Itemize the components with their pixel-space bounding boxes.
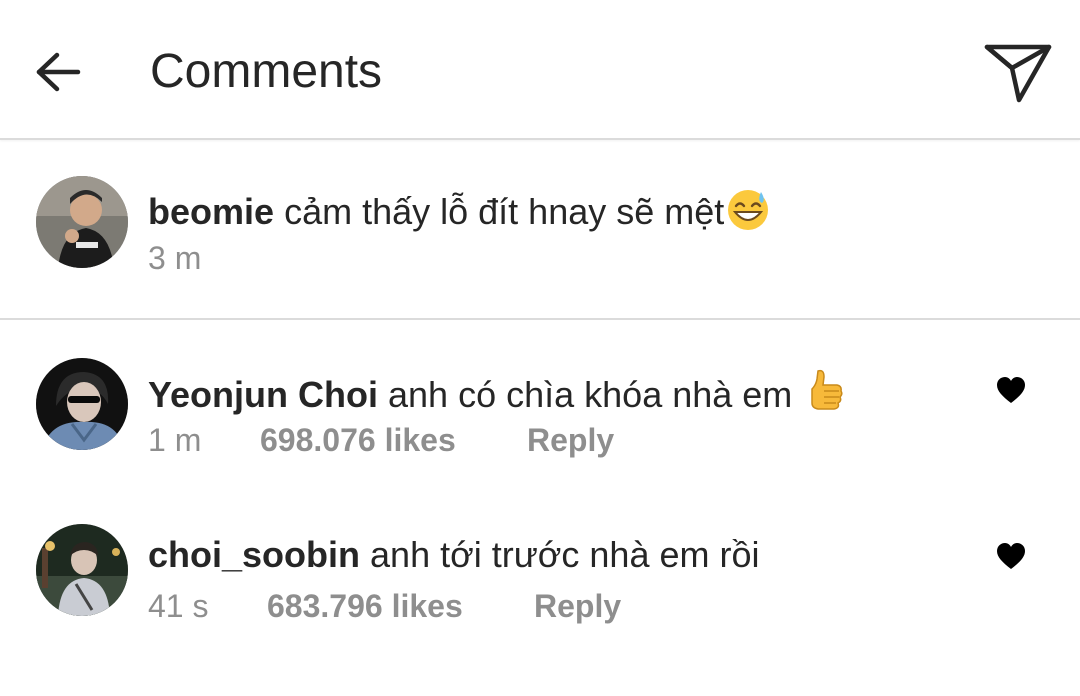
comment-meta: 41 s 683.796 likes Reply — [148, 586, 748, 626]
caption-meta: 3 m — [148, 238, 201, 278]
back-button[interactable] — [30, 46, 86, 98]
paper-plane-icon — [984, 44, 1052, 103]
comment-text: anh tới trước nhà em rồi — [370, 534, 760, 575]
comment-text: anh có chìa khóa nhà em — [388, 374, 803, 415]
caption-text: cảm thấy lỗ đít hnay sẽ mệt — [284, 191, 725, 232]
timestamp: 3 m — [148, 240, 202, 276]
avatar[interactable] — [36, 358, 128, 450]
grinning-sweat-emoji-icon — [728, 190, 769, 230]
comments-header: Comments — [0, 0, 1080, 140]
avatar[interactable] — [36, 176, 128, 268]
timestamp: 1 m — [148, 422, 202, 458]
like-button[interactable] — [989, 536, 1033, 576]
heart-icon — [997, 377, 1025, 403]
arrow-left-icon — [36, 52, 81, 92]
heart-icon — [997, 543, 1025, 569]
post-caption: beomie cảm thấy lỗ đít hnay sẽ mệt 3 m — [0, 140, 1080, 320]
timestamp: 41 s — [148, 588, 209, 624]
reply-button[interactable]: Reply — [534, 586, 621, 626]
username[interactable]: beomie — [148, 191, 274, 232]
share-button[interactable] — [982, 40, 1054, 106]
username[interactable]: choi_soobin — [148, 534, 360, 575]
reply-button[interactable]: Reply — [527, 420, 614, 460]
comment-line: Yeonjun Choi anh có chìa khóa nhà em — [148, 367, 844, 417]
caption-line: beomie cảm thấy lỗ đít hnay sẽ mệt — [148, 188, 770, 234]
comment-meta: 1 m 698.076 likes Reply — [148, 420, 748, 460]
thumbs-up-emoji-icon — [811, 369, 843, 410]
like-button[interactable] — [989, 370, 1033, 410]
comment-line: choi_soobin anh tới trước nhà em rồi — [148, 533, 760, 577]
likes-count[interactable]: 683.796 likes — [267, 586, 463, 626]
username[interactable]: Yeonjun Choi — [148, 374, 378, 415]
likes-count[interactable]: 698.076 likes — [260, 420, 456, 460]
avatar[interactable] — [36, 524, 128, 616]
page-title: Comments — [150, 45, 383, 98]
